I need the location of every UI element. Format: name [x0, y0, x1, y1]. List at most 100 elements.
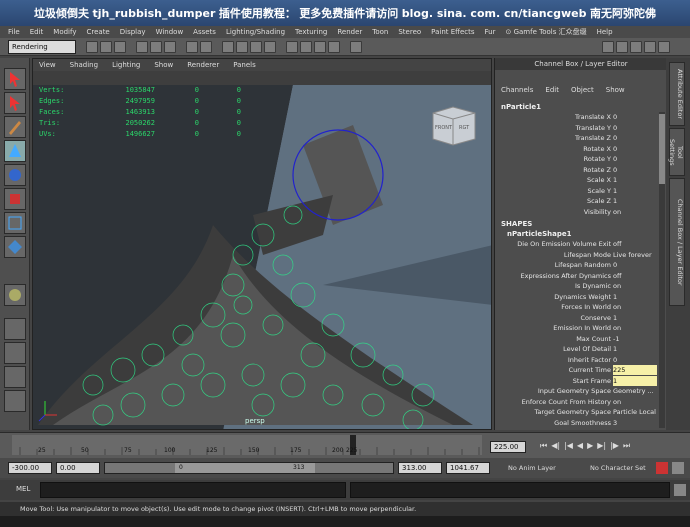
attr-row[interactable]: Lifespan Random 0: [495, 260, 657, 270]
soft-modification-icon[interactable]: [4, 236, 26, 258]
menu-assets[interactable]: Assets: [193, 28, 216, 36]
auto-key-icon[interactable]: [656, 462, 668, 474]
go-to-start-icon[interactable]: ⏮: [540, 441, 547, 453]
hypershade-layout-icon[interactable]: [4, 390, 26, 412]
four-pane-layout-icon[interactable]: [4, 342, 26, 364]
cb-menu-channels[interactable]: Channels: [501, 86, 533, 98]
menu-lighting-shading[interactable]: Lighting/Shading: [226, 28, 285, 36]
step-forward-key-icon[interactable]: ▶|: [597, 441, 606, 453]
preferences-icon[interactable]: [672, 462, 684, 474]
viewport-menu-lighting[interactable]: Lighting: [112, 61, 140, 69]
viewport-menu-shading[interactable]: Shading: [70, 61, 98, 69]
channel-box-scrollbar[interactable]: [659, 112, 665, 428]
menu-render[interactable]: Render: [337, 28, 362, 36]
tab-tool-settings[interactable]: Tool Settings: [668, 128, 685, 176]
render-settings-icon[interactable]: [328, 41, 340, 53]
go-to-end-icon[interactable]: ⏭: [623, 441, 630, 453]
script-editor-icon[interactable]: [674, 484, 686, 496]
attr-row[interactable]: Conserve 1: [495, 313, 657, 323]
paint-select-tool-icon[interactable]: [4, 116, 26, 138]
open-scene-icon[interactable]: [100, 41, 112, 53]
single-pane-layout-icon[interactable]: [4, 318, 26, 340]
attr-row[interactable]: Visibility on: [495, 207, 657, 217]
attr-row-current-time[interactable]: Current Time 225: [495, 365, 657, 376]
attr-row[interactable]: Inherit Factor 0: [495, 355, 657, 365]
snap-point-icon[interactable]: [250, 41, 262, 53]
attr-row[interactable]: Scale Y1: [495, 186, 657, 196]
attr-row[interactable]: Rotate Y0: [495, 154, 657, 164]
attr-row[interactable]: Die On Emission Volume Exit off: [495, 239, 657, 249]
menu-help[interactable]: Help: [597, 28, 613, 36]
attr-row[interactable]: Translate Z0: [495, 133, 657, 143]
command-input[interactable]: [40, 482, 346, 498]
menu-texturing[interactable]: Texturing: [295, 28, 327, 36]
character-set-dropdown[interactable]: No Character Set: [590, 464, 646, 472]
range-handle[interactable]: 0 313: [175, 463, 315, 473]
anim-layer-dropdown[interactable]: No Anim Layer: [508, 464, 556, 472]
attr-row[interactable]: Emission In World on: [495, 323, 657, 333]
attr-row[interactable]: Is Dynamic on: [495, 281, 657, 291]
attr-row[interactable]: Goal Smoothness 3: [495, 418, 657, 428]
playback-start-field[interactable]: 0.00: [56, 462, 100, 474]
menu-modify[interactable]: Modify: [53, 28, 76, 36]
animation-end-field[interactable]: 1041.67: [446, 462, 490, 474]
select-tool-icon[interactable]: [4, 68, 26, 90]
menu-edit[interactable]: Edit: [30, 28, 44, 36]
lasso-tool-icon[interactable]: [4, 92, 26, 114]
viewport-menu-show[interactable]: Show: [154, 61, 173, 69]
attr-row-start-frame[interactable]: Start Frame 1: [495, 375, 657, 386]
viewport-menu-renderer[interactable]: Renderer: [187, 61, 219, 69]
viewport-menu-view[interactable]: View: [39, 61, 56, 69]
time-slider[interactable]: 25 50 75 100 125 150 175 200 225 225.00 …: [0, 432, 690, 458]
show-hide-panel-icon[interactable]: [616, 41, 628, 53]
attr-row[interactable]: Target Geometry Space Particle Local: [495, 407, 657, 417]
input-line-icon[interactable]: [350, 41, 362, 53]
play-forwards-icon[interactable]: ▶: [587, 441, 593, 453]
select-component-icon[interactable]: [164, 41, 176, 53]
cb-menu-object[interactable]: Object: [571, 86, 594, 98]
attr-row[interactable]: Level Of Detail 1: [495, 344, 657, 354]
attr-row[interactable]: Max Count -1: [495, 334, 657, 344]
attr-row[interactable]: Translate X0: [495, 112, 657, 122]
step-back-icon[interactable]: ◀|: [551, 441, 560, 453]
attr-row[interactable]: Expressions After Dynamics off: [495, 271, 657, 281]
menu-gamfe-tools[interactable]: ⊙ Gamfe Tools 汇众盘缀: [505, 27, 586, 37]
scale-tool-icon[interactable]: [4, 188, 26, 210]
attr-row[interactable]: Enforce Count From History on: [495, 397, 657, 407]
attr-row[interactable]: Scale X1: [495, 175, 657, 185]
menu-fur[interactable]: Fur: [485, 28, 496, 36]
show-hide-panel-icon[interactable]: [658, 41, 670, 53]
show-hide-panel-icon[interactable]: [630, 41, 642, 53]
animation-start-field[interactable]: -300.00: [8, 462, 52, 474]
step-back-key-icon[interactable]: |◀: [564, 441, 573, 453]
current-frame-field[interactable]: 225.00: [490, 441, 526, 453]
attr-row[interactable]: Forces In World on: [495, 302, 657, 312]
snap-plane-icon[interactable]: [264, 41, 276, 53]
viewcube[interactable]: FRONT RGT: [429, 105, 479, 147]
menu-toon[interactable]: Toon: [372, 28, 388, 36]
mask-icon[interactable]: [186, 41, 198, 53]
menu-create[interactable]: Create: [86, 28, 109, 36]
attr-row[interactable]: Scale Z1: [495, 196, 657, 206]
attr-row[interactable]: Lifespan Mode Live forever: [495, 250, 657, 260]
attr-row[interactable]: Rotate Z0: [495, 165, 657, 175]
attr-row[interactable]: Translate Y0: [495, 123, 657, 133]
tab-channel-box[interactable]: Channel Box / Layer Editor: [669, 178, 685, 306]
snap-grid-icon[interactable]: [222, 41, 234, 53]
new-scene-icon[interactable]: [86, 41, 98, 53]
ipr-render-icon[interactable]: [314, 41, 326, 53]
menu-display[interactable]: Display: [120, 28, 146, 36]
render-frame-icon[interactable]: [300, 41, 312, 53]
snap-curve-icon[interactable]: [236, 41, 248, 53]
select-hierarchy-icon[interactable]: [136, 41, 148, 53]
menu-set-dropdown[interactable]: Rendering: [8, 40, 76, 54]
outliner-layout-icon[interactable]: [4, 366, 26, 388]
show-hide-panel-icon[interactable]: [644, 41, 656, 53]
history-icon[interactable]: [286, 41, 298, 53]
play-backwards-icon[interactable]: ◀: [577, 441, 583, 453]
rotate-tool-icon[interactable]: [4, 164, 26, 186]
cb-menu-edit[interactable]: Edit: [545, 86, 559, 98]
attr-row[interactable]: Rotate X0: [495, 144, 657, 154]
tab-attribute-editor[interactable]: Attribute Editor: [669, 62, 685, 126]
select-object-icon[interactable]: [150, 41, 162, 53]
